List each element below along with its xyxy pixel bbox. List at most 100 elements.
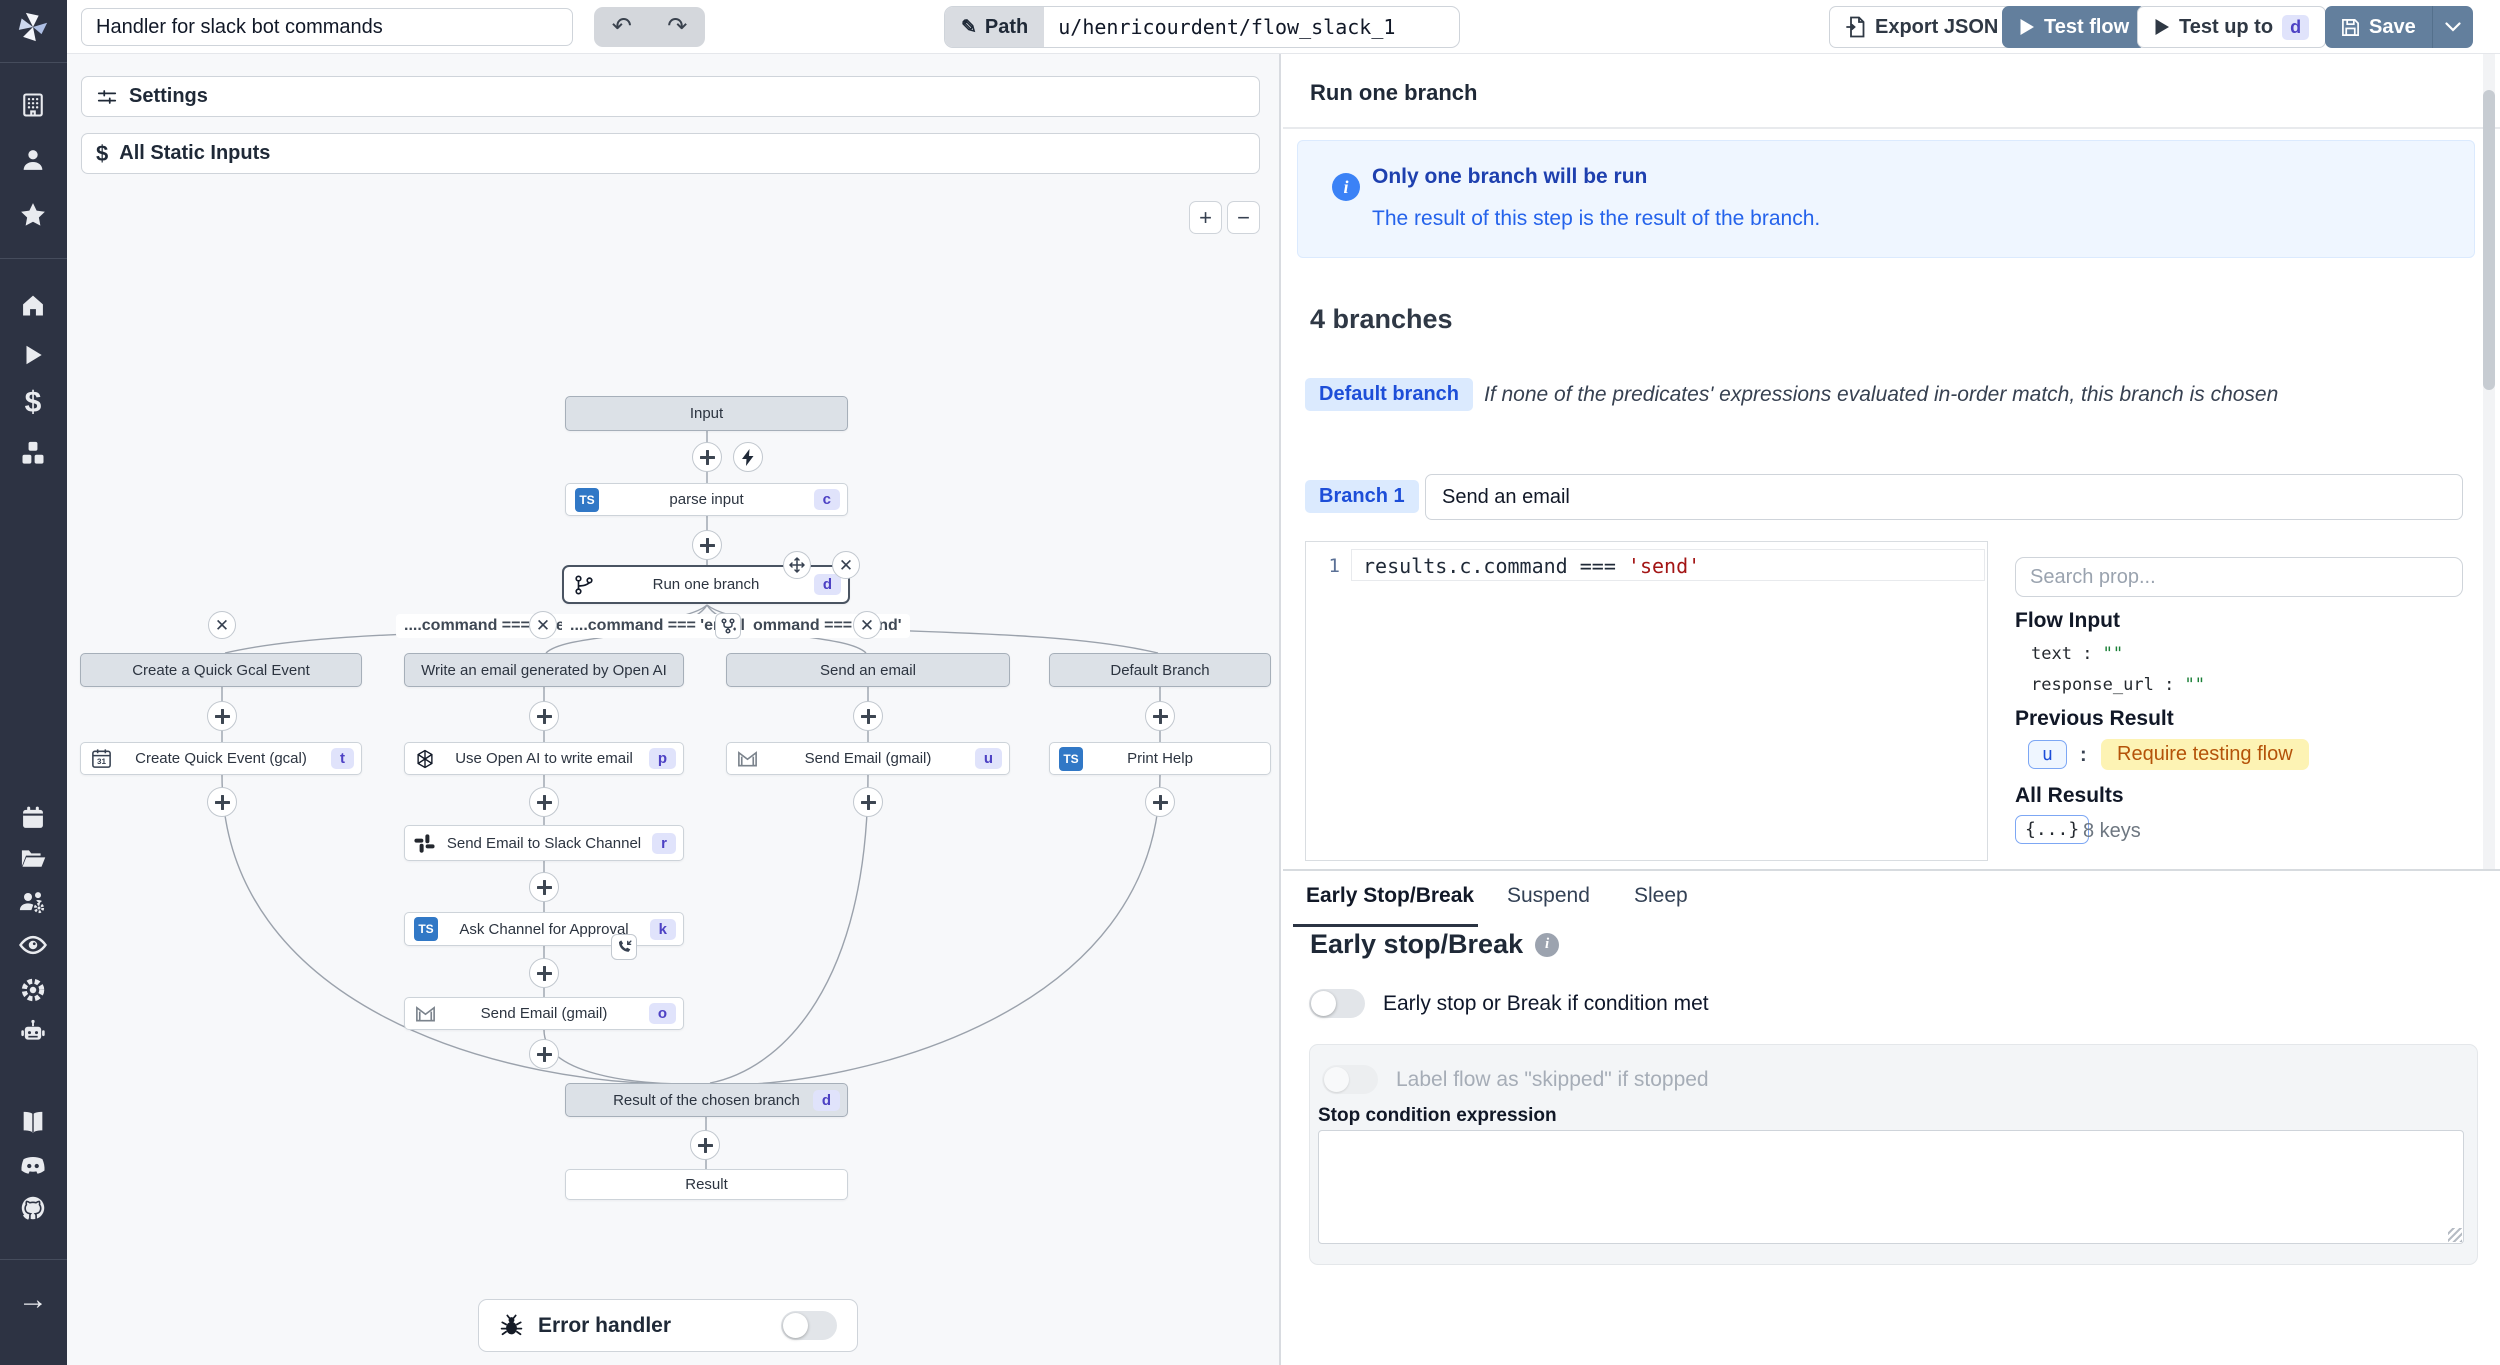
path-button[interactable]: ✎ Path [945, 7, 1044, 47]
resources-cubes-icon[interactable] [15, 435, 51, 471]
test-flow-label: Test flow [2044, 16, 2129, 39]
node-branch-result[interactable]: Result of the chosen branch d [565, 1083, 848, 1117]
add-step-button[interactable] [529, 958, 559, 988]
tab-suspend[interactable]: Suspend [1507, 884, 1590, 908]
node-result[interactable]: Result [565, 1169, 848, 1200]
add-step-button[interactable] [529, 1039, 559, 1069]
home-icon[interactable] [15, 287, 51, 323]
code-string-literal: 'send' [1628, 554, 1700, 578]
node-send-email-gmail-2[interactable]: Send Email (gmail) o [404, 997, 684, 1030]
undo-icon[interactable]: ↶ [612, 15, 632, 39]
node-parse-input[interactable]: TS parse input c [565, 483, 848, 516]
move-step-button[interactable] [783, 551, 811, 579]
early-stop-toggle[interactable] [1309, 989, 1365, 1018]
star-favorites-icon[interactable] [15, 197, 51, 233]
remove-branch-button[interactable]: ✕ [853, 611, 881, 639]
node-send-email-slack[interactable]: Send Email to Slack Channel r [404, 825, 684, 861]
branch-predicate-label[interactable]: ommand === 'send' [745, 614, 910, 638]
search-prop-input[interactable] [2015, 557, 2463, 597]
node-branch-header-openai[interactable]: Write an email generated by Open AI [404, 653, 684, 687]
skipped-toggle-row: Label flow as "skipped" if stopped [1322, 1065, 1709, 1094]
node-ask-channel-approval[interactable]: TS Ask Channel for Approval k [404, 912, 684, 946]
flow-title-input[interactable] [81, 8, 573, 46]
info-title: Only one branch will be run [1372, 165, 1647, 189]
typescript-icon: TS [414, 917, 438, 941]
save-button-group: Save [2325, 6, 2473, 48]
prop-row-response-url[interactable]: response_url : "" [2031, 675, 2205, 695]
user-icon[interactable] [15, 142, 51, 178]
add-step-button[interactable] [207, 701, 237, 731]
add-step-button[interactable] [1145, 787, 1175, 817]
github-icon[interactable] [15, 1190, 51, 1226]
predicate-code-editor[interactable]: 1 results.c.command === 'send' [1305, 541, 1988, 861]
add-step-button[interactable] [690, 1130, 720, 1160]
tab-sleep[interactable]: Sleep [1634, 884, 1688, 908]
variables-dollar-icon[interactable]: $ [15, 385, 51, 421]
save-dropdown-button[interactable] [2433, 6, 2473, 48]
groups-users-gear-icon[interactable] [15, 884, 51, 920]
windmill-logo-icon[interactable] [15, 9, 51, 45]
prop-row-text[interactable]: text : "" [2031, 644, 2123, 664]
docs-book-icon[interactable] [15, 1104, 51, 1140]
previous-step-chip[interactable]: u [2028, 740, 2067, 769]
branches-heading: 4 branches [1310, 304, 1453, 335]
prop-key: response_url [2031, 675, 2154, 695]
stop-condition-input[interactable] [1318, 1130, 2464, 1244]
export-json-button[interactable]: Export JSON [1829, 6, 2015, 48]
export-json-label: Export JSON [1875, 16, 1998, 39]
add-step-button[interactable] [207, 787, 237, 817]
runs-play-icon[interactable] [15, 337, 51, 373]
delete-step-button[interactable]: ✕ [832, 551, 860, 579]
add-trigger-lightning-button[interactable] [733, 442, 763, 472]
add-step-button[interactable] [853, 787, 883, 817]
branch-summary-input[interactable] [1425, 474, 2463, 520]
settings-gear-icon[interactable] [15, 972, 51, 1008]
error-handler-row[interactable]: Error handler [478, 1299, 858, 1352]
save-button[interactable]: Save [2325, 6, 2433, 48]
error-handler-toggle[interactable] [781, 1311, 837, 1340]
scrollbar-track[interactable] [2483, 54, 2495, 869]
node-create-quick-event[interactable]: 31 Create Quick Event (gcal) t [80, 742, 362, 775]
file-export-icon [1846, 16, 1866, 38]
tab-early-stop-break[interactable]: Early Stop/Break [1306, 884, 1474, 908]
audit-eye-icon[interactable] [15, 927, 51, 963]
node-send-email-gmail[interactable]: Send Email (gmail) u [726, 742, 1010, 775]
info-icon: i [1332, 173, 1360, 201]
flow-graph-panel: Settings $ All Static Inputs + − [67, 54, 1281, 1365]
add-branch-fork-icon[interactable] [715, 613, 741, 639]
add-step-button[interactable] [692, 530, 722, 560]
approval-phone-icon[interactable] [611, 934, 637, 960]
early-stop-heading: Early stop/Break [1310, 929, 1523, 960]
node-use-openai[interactable]: Use Open AI to write email p [404, 742, 684, 775]
schedules-calendar-icon[interactable] [15, 800, 51, 836]
node-branch-header-send-email[interactable]: Send an email [726, 653, 1010, 687]
info-callout: i Only one branch will be run The result… [1297, 140, 2475, 258]
remove-branch-button[interactable]: ✕ [208, 611, 236, 639]
add-step-button[interactable] [529, 701, 559, 731]
node-print-help[interactable]: TS Print Help [1049, 742, 1271, 775]
early-stop-toggle-row: Early stop or Break if condition met [1309, 989, 1709, 1018]
textarea-resize-handle[interactable] [2448, 1228, 2462, 1242]
node-branch-header-gcal[interactable]: Create a Quick Gcal Event [80, 653, 362, 687]
test-up-to-button[interactable]: Test up to d [2137, 6, 2326, 48]
node-branch-header-default[interactable]: Default Branch [1049, 653, 1271, 687]
scrollbar-thumb[interactable] [2483, 90, 2495, 390]
add-step-button[interactable] [529, 872, 559, 902]
add-step-button[interactable] [529, 787, 559, 817]
test-flow-button[interactable]: Test flow [2002, 6, 2146, 48]
path-control[interactable]: ✎ Path u/henricourdent/flow_slack_1 [944, 6, 1460, 48]
collapse-arrow-right-icon[interactable]: → [15, 1282, 51, 1318]
add-step-button[interactable] [853, 701, 883, 731]
workspace-building-icon[interactable] [15, 87, 51, 123]
remove-branch-button[interactable]: ✕ [529, 611, 557, 639]
info-icon[interactable]: i [1535, 933, 1559, 957]
skipped-toggle[interactable] [1322, 1065, 1378, 1094]
object-expand-chip[interactable]: {...} [2015, 815, 2089, 844]
workers-robot-icon[interactable] [15, 1014, 51, 1050]
redo-icon[interactable]: ↷ [667, 15, 687, 39]
discord-icon[interactable] [15, 1148, 51, 1184]
add-step-button[interactable] [1145, 701, 1175, 731]
add-step-button[interactable] [692, 442, 722, 472]
folders-icon[interactable] [15, 840, 51, 876]
node-input[interactable]: Input [565, 396, 848, 431]
